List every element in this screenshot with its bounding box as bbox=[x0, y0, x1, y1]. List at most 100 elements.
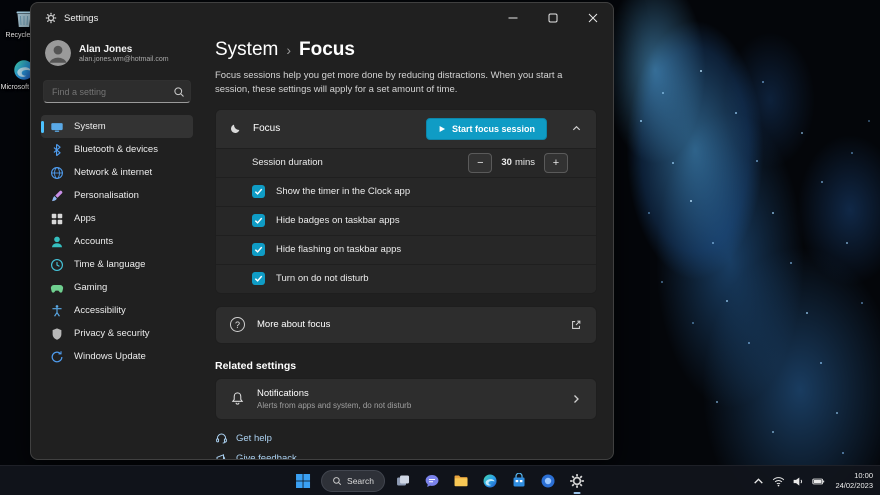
gamepad-icon bbox=[50, 281, 64, 295]
sidebar-item-label: Time & language bbox=[74, 259, 145, 270]
taskbar-search[interactable]: Search bbox=[321, 470, 385, 492]
start-button[interactable] bbox=[290, 468, 316, 494]
more-about-focus-card[interactable]: ? More about focus bbox=[215, 306, 597, 344]
user-name: Alan Jones bbox=[79, 44, 169, 55]
windows-logo-icon bbox=[295, 473, 311, 489]
session-duration-label: Session duration bbox=[252, 157, 323, 168]
settings-window: Settings Alan Jones alan.jones.wm@hotmai… bbox=[30, 2, 614, 460]
option-label: Turn on do not disturb bbox=[276, 273, 369, 284]
photos-button[interactable] bbox=[535, 468, 561, 494]
minimize-button[interactable] bbox=[493, 3, 533, 33]
bell-icon bbox=[230, 391, 245, 406]
search-icon bbox=[332, 476, 342, 486]
update-icon bbox=[50, 350, 64, 364]
taskbar-search-label: Search bbox=[347, 476, 374, 486]
focus-icon bbox=[230, 123, 241, 134]
give-feedback-link[interactable]: Give feedback bbox=[215, 452, 597, 459]
sidebar-item-gaming[interactable]: Gaming bbox=[41, 276, 193, 299]
sidebar-item-personalisation[interactable]: Personalisation bbox=[41, 184, 193, 207]
taskbar: Search bbox=[0, 465, 880, 495]
focus-option-row[interactable]: Turn on do not disturb bbox=[216, 264, 596, 293]
window-title: Settings bbox=[64, 13, 98, 24]
user-profile[interactable]: Alan Jones alan.jones.wm@hotmail.com bbox=[41, 35, 193, 71]
notifications-card[interactable]: Notifications Alerts from apps and syste… bbox=[215, 378, 597, 420]
duration-unit: mins bbox=[515, 157, 535, 168]
option-label: Hide badges on taskbar apps bbox=[276, 215, 400, 226]
wifi-icon[interactable] bbox=[772, 475, 785, 488]
breadcrumb-parent[interactable]: System bbox=[215, 39, 278, 61]
checkbox-checked[interactable] bbox=[252, 272, 265, 285]
duration-value: 30 bbox=[501, 157, 512, 168]
sidebar-item-accessibility[interactable]: Accessibility bbox=[41, 299, 193, 322]
photos-icon bbox=[540, 473, 556, 489]
give-feedback-label: Give feedback bbox=[236, 453, 297, 459]
main-content: System › Focus Focus sessions help you g… bbox=[203, 33, 613, 459]
chevron-up-icon[interactable] bbox=[571, 123, 582, 134]
sidebar-item-system[interactable]: System bbox=[41, 115, 193, 138]
notifications-title: Notifications bbox=[257, 388, 558, 399]
store-icon bbox=[511, 473, 527, 489]
gear-icon bbox=[569, 473, 585, 489]
increase-duration-button[interactable]: + bbox=[544, 153, 568, 173]
focus-option-row[interactable]: Show the timer in the Clock app bbox=[216, 177, 596, 206]
related-settings-header: Related settings bbox=[215, 360, 597, 372]
get-help-link[interactable]: Get help bbox=[215, 432, 597, 445]
maximize-button[interactable] bbox=[533, 3, 573, 33]
focus-header-row[interactable]: Focus Start focus session bbox=[216, 110, 596, 148]
sidebar-item-bluetooth[interactable]: Bluetooth & devices bbox=[41, 138, 193, 161]
duration-stepper: − 30mins + bbox=[468, 153, 568, 173]
checkbox-checked[interactable] bbox=[252, 185, 265, 198]
sidebar-item-apps[interactable]: Apps bbox=[41, 207, 193, 230]
taskbar-clock[interactable]: 10:00 24/02/2023 bbox=[835, 471, 873, 491]
focus-option-row[interactable]: Hide flashing on taskbar apps bbox=[216, 235, 596, 264]
sidebar-item-label: System bbox=[74, 121, 106, 132]
external-link-icon[interactable] bbox=[570, 319, 582, 331]
focus-option-row[interactable]: Hide badges on taskbar apps bbox=[216, 206, 596, 235]
person-icon bbox=[50, 235, 64, 249]
more-about-focus-label: More about focus bbox=[257, 319, 558, 330]
option-label: Show the timer in the Clock app bbox=[276, 186, 410, 197]
chevron-right-icon bbox=[570, 393, 582, 405]
close-button[interactable] bbox=[573, 3, 613, 33]
battery-icon[interactable] bbox=[812, 475, 825, 488]
apps-grid-icon bbox=[50, 212, 64, 226]
sidebar-item-time-language[interactable]: Time & language bbox=[41, 253, 193, 276]
footer-links: Get help Give feedback bbox=[215, 432, 597, 459]
option-label: Hide flashing on taskbar apps bbox=[276, 244, 401, 255]
page-description: Focus sessions help you get more done by… bbox=[215, 69, 597, 97]
sidebar-item-label: Network & internet bbox=[74, 167, 152, 178]
breadcrumb-separator-icon: › bbox=[286, 42, 291, 58]
volume-icon[interactable] bbox=[792, 475, 805, 488]
shield-icon bbox=[50, 327, 64, 341]
breadcrumb: System › Focus bbox=[215, 39, 597, 61]
task-view-button[interactable] bbox=[390, 468, 416, 494]
sidebar-item-label: Personalisation bbox=[74, 190, 139, 201]
search-input[interactable] bbox=[43, 80, 191, 103]
clock-icon bbox=[50, 258, 64, 272]
file-explorer-button[interactable] bbox=[448, 468, 474, 494]
page-title: Focus bbox=[299, 39, 355, 61]
edge-icon bbox=[482, 473, 498, 489]
chat-button[interactable] bbox=[419, 468, 445, 494]
store-button[interactable] bbox=[506, 468, 532, 494]
tray-chevron-up-icon[interactable] bbox=[752, 475, 765, 488]
sidebar-item-windows-update[interactable]: Windows Update bbox=[41, 345, 193, 368]
edge-button[interactable] bbox=[477, 468, 503, 494]
settings-taskbar-button[interactable] bbox=[564, 468, 590, 494]
get-help-label: Get help bbox=[236, 433, 272, 444]
checkbox-checked[interactable] bbox=[252, 214, 265, 227]
sidebar-item-label: Gaming bbox=[74, 282, 107, 293]
titlebar[interactable]: Settings bbox=[31, 3, 613, 33]
decrease-duration-button[interactable]: − bbox=[468, 153, 492, 173]
sidebar-item-label: Apps bbox=[74, 213, 96, 224]
sidebar-item-accounts[interactable]: Accounts bbox=[41, 230, 193, 253]
start-focus-session-button[interactable]: Start focus session bbox=[426, 118, 547, 140]
desktop: Recycle Bin Microsoft Edge Settings bbox=[0, 0, 880, 495]
sidebar-item-network[interactable]: Network & internet bbox=[41, 161, 193, 184]
megaphone-icon bbox=[215, 452, 228, 459]
sidebar-item-privacy[interactable]: Privacy & security bbox=[41, 322, 193, 345]
focus-card: Focus Start focus session Session durati… bbox=[215, 109, 597, 294]
sidebar-item-label: Privacy & security bbox=[74, 328, 150, 339]
sidebar-item-label: Accessibility bbox=[74, 305, 126, 316]
checkbox-checked[interactable] bbox=[252, 243, 265, 256]
